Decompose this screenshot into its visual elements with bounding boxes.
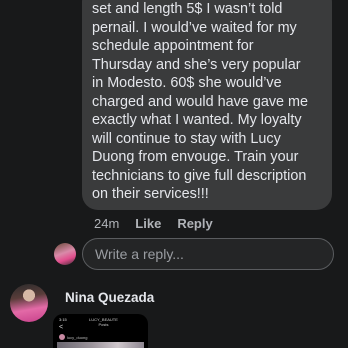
attached-screenshot-thumbnail[interactable]: 3:15 LUCY_BEAUTE Posts < lucy_duong — [53, 314, 148, 348]
comment-line: in Modesto. 60$ she would’ve — [92, 75, 282, 91]
commenter-avatar-icon[interactable] — [10, 284, 48, 322]
commenter-name[interactable]: Nina Quezada — [65, 290, 154, 305]
comment-timestamp: 24m — [94, 216, 120, 231]
comment-line: schedule appointment for — [92, 38, 254, 54]
comment-line: technicians to give full description — [92, 167, 307, 184]
comment-line: on their services!!! — [92, 186, 209, 202]
thumbnail-title-line: Posts — [98, 322, 109, 327]
chevron-left-icon: < — [59, 324, 64, 331]
comment-bubble: set and length 5$ I wasn’t told pernail.… — [82, 0, 332, 210]
thumbnail-photo — [57, 342, 144, 348]
reply-button[interactable]: Reply — [177, 216, 212, 234]
reply-composer — [54, 238, 338, 272]
comment-line: exactly what I wanted. My loyalty — [92, 112, 302, 128]
like-button[interactable]: Like — [135, 216, 161, 234]
user-avatar-icon[interactable] — [54, 243, 76, 265]
comment-actions: 24m Like Reply — [94, 216, 213, 234]
comment-line: Duong from envouge. Train your — [92, 149, 299, 165]
thumbnail-username: lucy_duong — [67, 335, 88, 340]
comment-line: charged and would have gave me — [92, 93, 309, 110]
thumbnail-title: LUCY_BEAUTE Posts — [89, 317, 118, 327]
comment-line: will continue to stay with Lucy — [92, 130, 281, 147]
thumbnail-profile-icon — [59, 334, 65, 340]
comment-line: Thursday and she’s very popular — [92, 56, 301, 73]
comment-line: set and length 5$ I wasn’t told — [92, 1, 283, 17]
comment-text: set and length 5$ I wasn’t told pernail.… — [92, 0, 332, 204]
comment-line: pernail. I would’ve waited for my — [92, 19, 297, 36]
next-comment: Nina Quezada 3:15 LUCY_BEAUTE Posts < lu… — [10, 284, 340, 348]
thumbnail-status-time: 3:15 — [59, 317, 67, 322]
comment-thread: set and length 5$ I wasn’t told pernail.… — [0, 0, 348, 348]
reply-input[interactable] — [82, 238, 334, 270]
